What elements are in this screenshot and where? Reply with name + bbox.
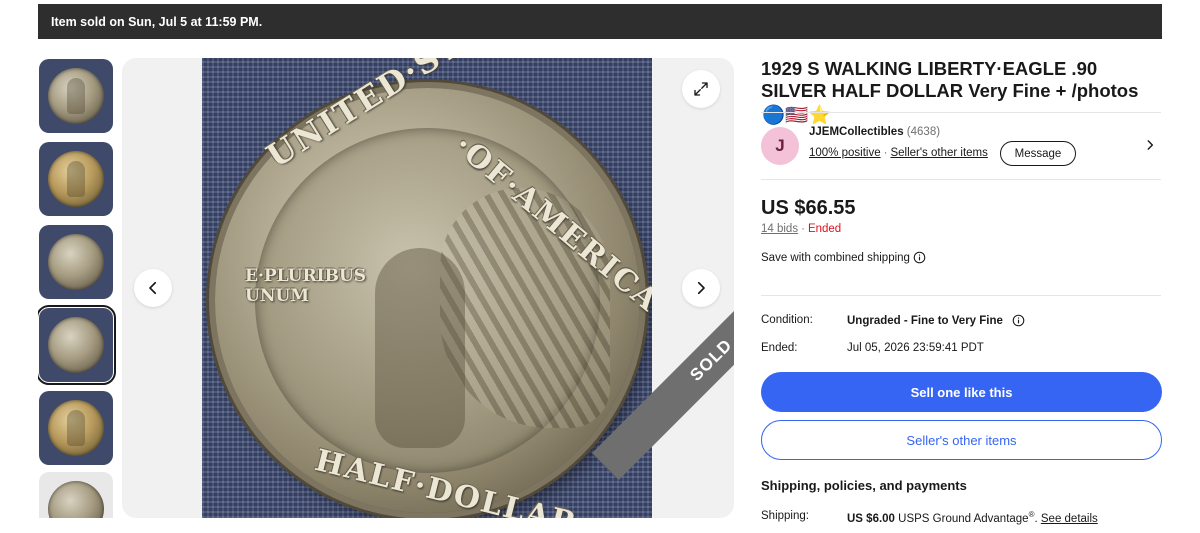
info-icon[interactable] (913, 251, 926, 264)
seller-links: 100% positive · Seller's other items (809, 147, 988, 159)
thumbnail-figure (67, 410, 85, 446)
previous-image-button[interactable] (134, 269, 172, 307)
ended-value: Jul 05, 2026 23:59:41 PDT (847, 342, 984, 354)
seller-other-items-link[interactable]: Seller's other items (890, 147, 987, 159)
thumbnail-6[interactable] (39, 472, 113, 518)
coin-image: UNITED·STATES ·OF·AMERICA· E·PLURIBUS UN… (215, 58, 652, 518)
divider (761, 179, 1161, 180)
thumbnail-5[interactable] (39, 391, 113, 465)
expand-image-button[interactable] (682, 70, 720, 108)
combined-shipping-text: Save with combined shipping (761, 251, 910, 264)
thumbnail-3[interactable] (39, 225, 113, 299)
shipping-label: Shipping: (761, 510, 809, 522)
divider (761, 112, 1161, 113)
seller-avatar[interactable]: J (761, 127, 799, 165)
divider (761, 295, 1161, 296)
combined-shipping: Save with combined shipping (761, 251, 926, 264)
coin-motto: E·PLURIBUS UNUM (245, 266, 366, 306)
next-image-button[interactable] (682, 269, 720, 307)
listing-title: 1929 S WALKING LIBERTY·EAGLE .90 SILVER … (761, 58, 1161, 126)
registered-mark: ® (1028, 510, 1035, 519)
chevron-right-icon (697, 281, 705, 295)
seller-name-line: JJEMCollectibles (4638) (809, 126, 940, 138)
price-amount: US $66.55 (761, 197, 856, 219)
shipping-policies-heading: Shipping, policies, and payments (761, 478, 967, 493)
sell-one-like-this-button[interactable]: Sell one like this (761, 372, 1162, 412)
thumbnail-figure (67, 161, 85, 197)
coin-motto-line1: E·PLURIBUS (245, 266, 367, 286)
separator-dot: · (883, 147, 888, 159)
ended-label: Ended: (761, 342, 798, 354)
listing-title-text: 1929 S WALKING LIBERTY·EAGLE .90 SILVER … (761, 58, 1139, 101)
listing-status-ended: Ended (807, 223, 842, 235)
seller-chevron-right-icon[interactable] (1143, 138, 1157, 152)
title-emojis: 🔵🇺🇸⭐ (762, 104, 832, 125)
shipping-service: USPS Ground Advantage (898, 512, 1029, 525)
condition-value-row: Ungraded - Fine to Very Fine (847, 314, 1025, 327)
seller-positive-link[interactable]: 100% positive (809, 147, 881, 159)
sold-banner-text: Item sold on Sun, Jul 5 at 11:59 PM. (51, 14, 263, 29)
shipping-price: US $6.00 (847, 512, 895, 525)
main-coin-photo: UNITED·STATES ·OF·AMERICA· E·PLURIBUS UN… (202, 58, 652, 518)
see-details-link[interactable]: See details (1041, 513, 1098, 525)
seller-card: J JJEMCollectibles (4638) 100% positive ·… (761, 125, 1161, 169)
thumbnail-strip (38, 58, 116, 518)
thumbnail-1[interactable] (39, 59, 113, 133)
expand-icon (694, 82, 708, 96)
condition-label: Condition: (761, 314, 813, 326)
bids-link[interactable]: 14 bids (761, 223, 798, 235)
chevron-left-icon (149, 281, 157, 295)
condition-info-icon[interactable] (1012, 314, 1025, 327)
seller-feedback-count: (4638) (906, 126, 941, 138)
sold-banner: Item sold on Sun, Jul 5 at 11:59 PM. (38, 4, 1162, 39)
main-image-viewer: UNITED·STATES ·OF·AMERICA· E·PLURIBUS UN… (122, 58, 734, 518)
shipping-value: US $6.00 USPS Ground Advantage®. See det… (847, 510, 1098, 525)
seller-name[interactable]: JJEMCollectibles (809, 126, 904, 138)
thumbnail-figure (67, 78, 85, 114)
thumbnail-2[interactable] (39, 142, 113, 216)
thumbnail-coin-image (48, 481, 104, 518)
eagle-body (375, 248, 465, 448)
condition-value: Ungraded - Fine to Very Fine (847, 314, 1003, 327)
sellers-other-items-button[interactable]: Seller's other items (761, 420, 1162, 460)
message-seller-button[interactable]: Message (1000, 141, 1076, 166)
thumbnail-4-selected[interactable] (38, 305, 116, 385)
coin-motto-line2: UNUM (245, 286, 310, 306)
thumbnail-coin-image (48, 234, 104, 290)
separator-dot: · (801, 223, 805, 235)
thumbnail-coin-image (48, 317, 104, 373)
bids-line: 14 bids · Ended (761, 223, 841, 235)
